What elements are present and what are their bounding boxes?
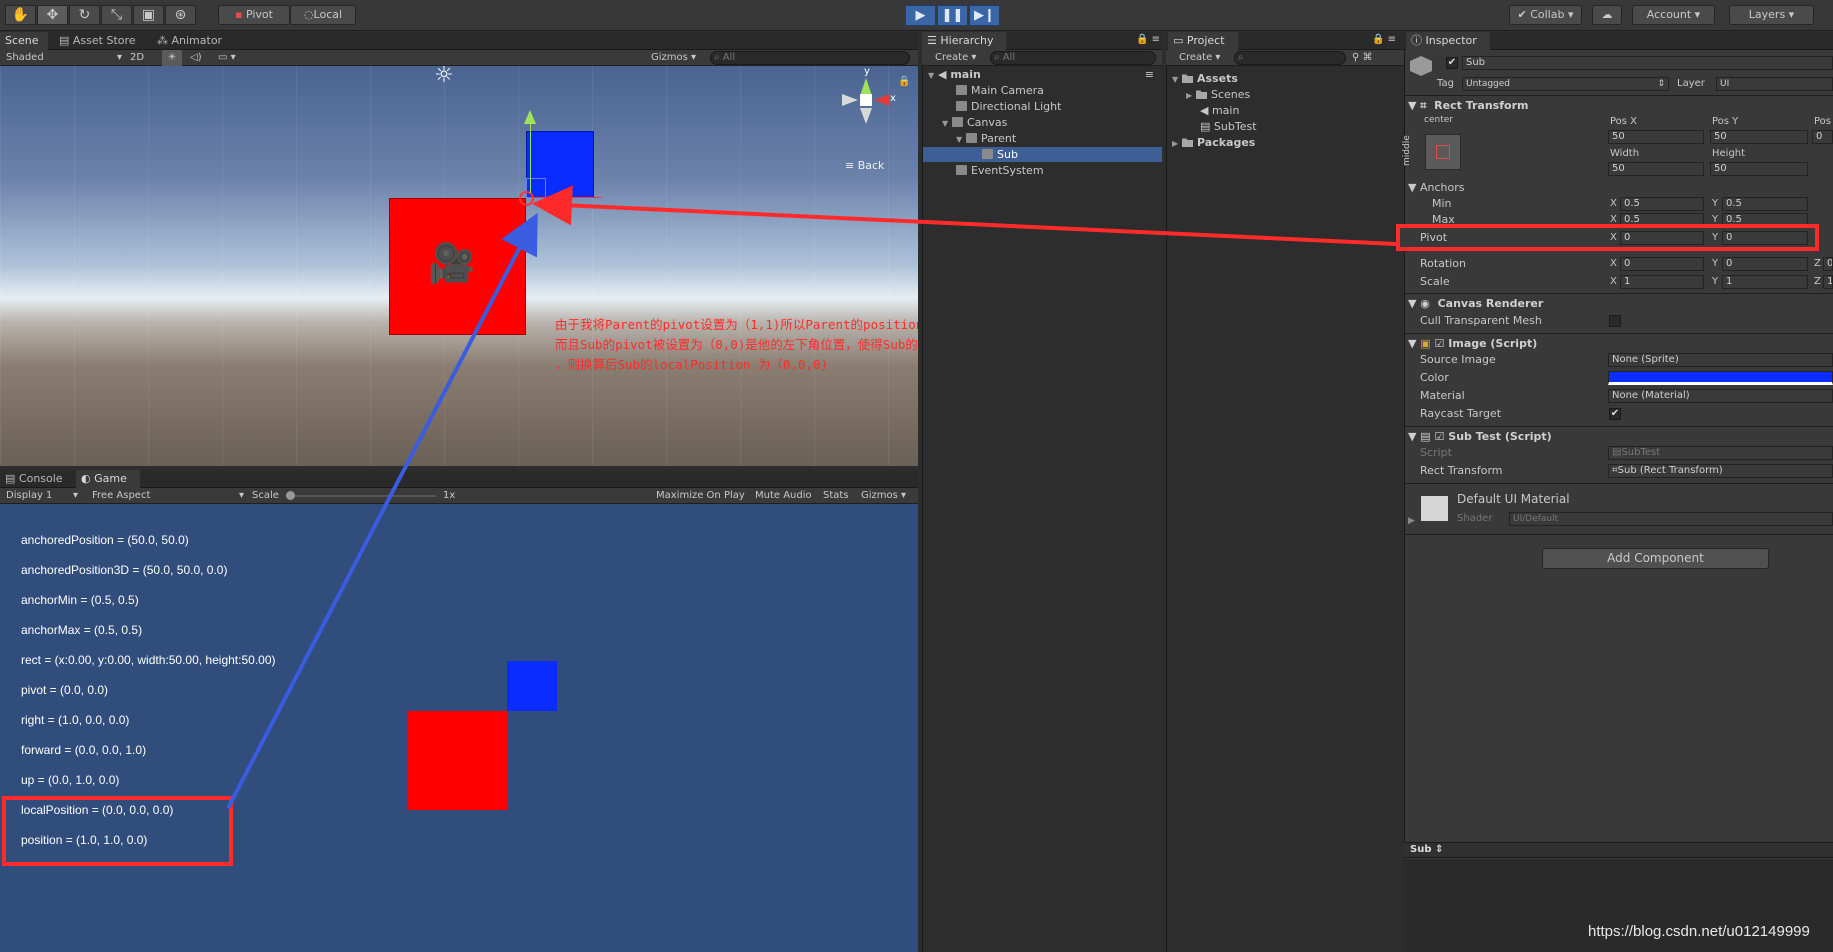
red-arrow	[532, 185, 1397, 246]
annotation-arrows	[226, 185, 1397, 809]
blue-arrow	[226, 212, 538, 809]
